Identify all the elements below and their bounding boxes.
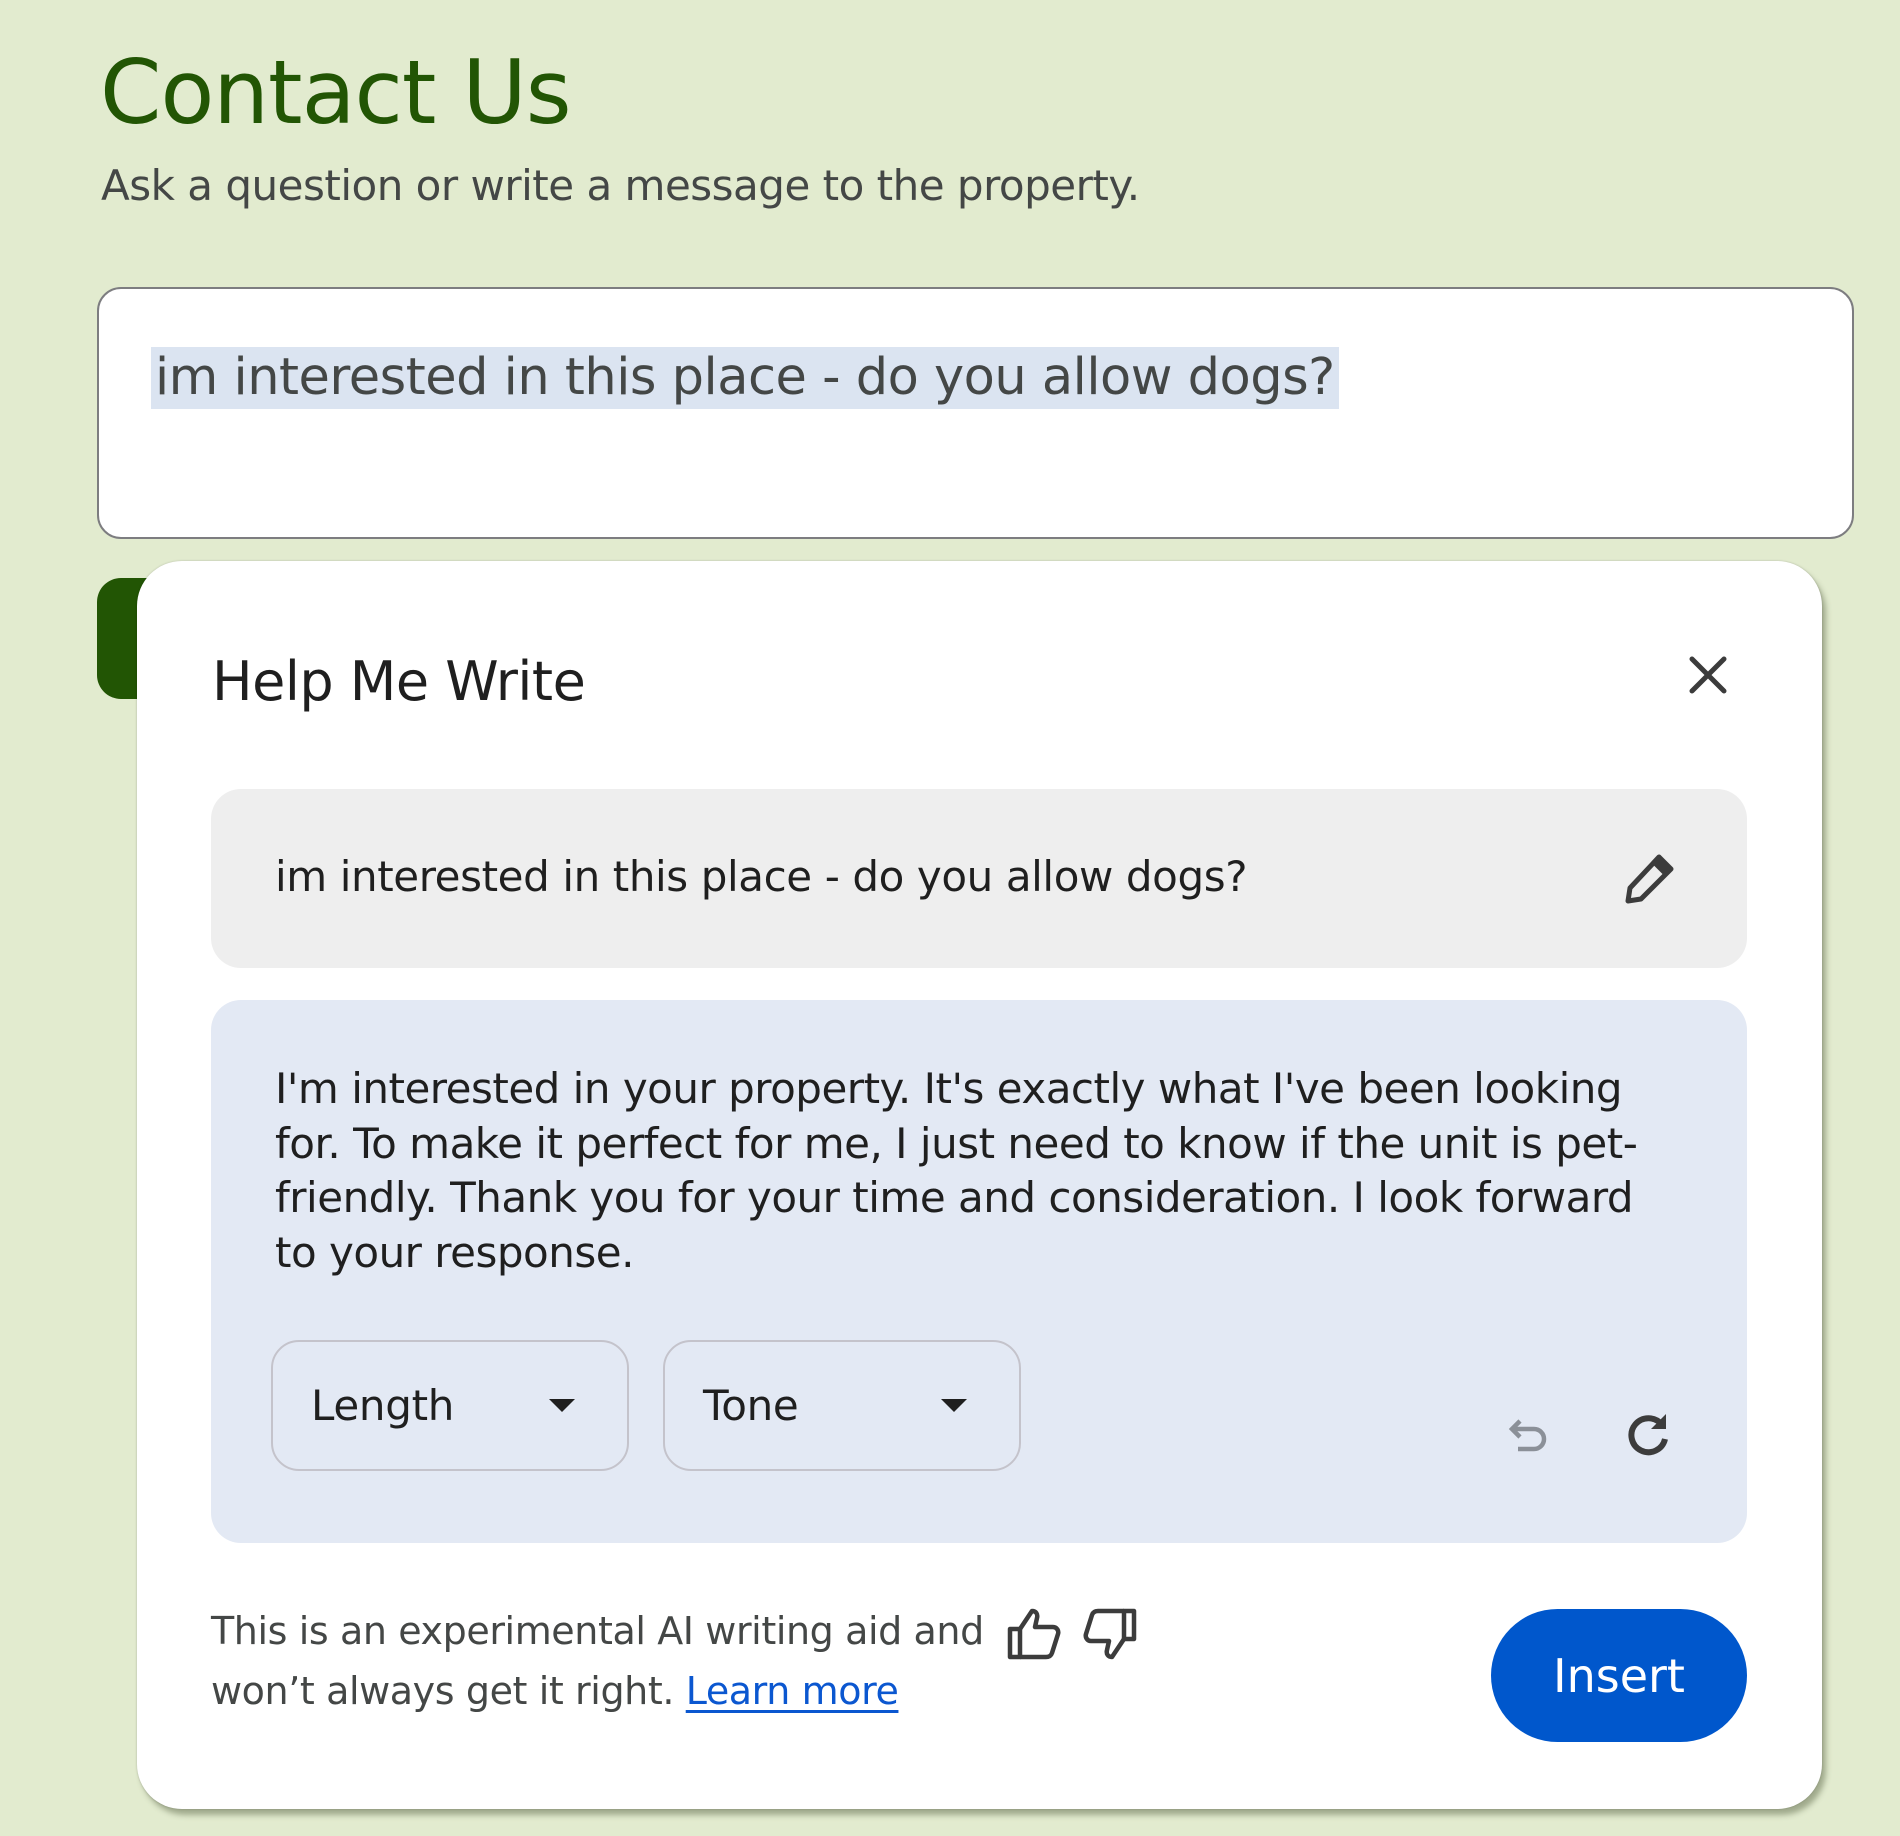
learn-more-link[interactable]: Learn more: [686, 1669, 899, 1713]
tone-dropdown[interactable]: Tone: [663, 1340, 1021, 1471]
close-icon: [1689, 656, 1727, 694]
page-subtitle: Ask a question or write a message to the…: [101, 161, 1140, 210]
help-me-write-dialog: Help Me Write im interested in this plac…: [137, 561, 1822, 1809]
disclaimer: This is an experimental AI writing aid a…: [211, 1601, 1031, 1721]
dialog-title: Help Me Write: [212, 650, 586, 713]
insert-button[interactable]: Insert: [1491, 1609, 1747, 1742]
thumbs-down-icon: [1083, 1608, 1137, 1660]
regenerate-button[interactable]: [1616, 1403, 1680, 1467]
pencil-icon: [1625, 854, 1674, 904]
thumbs-up-button[interactable]: [1001, 1601, 1067, 1667]
thumbs-down-button[interactable]: [1077, 1601, 1143, 1667]
message-textarea[interactable]: im interested in this place - do you all…: [97, 287, 1854, 539]
length-dropdown[interactable]: Length: [271, 1340, 629, 1471]
page-title: Contact Us: [100, 41, 572, 144]
chevron-down-icon: [549, 1399, 575, 1412]
length-label: Length: [311, 1381, 455, 1430]
suggestion-text: I'm interested in your property. It's ex…: [275, 1064, 1638, 1277]
prompt-box: im interested in this place - do you all…: [211, 789, 1747, 968]
message-text-selected: im interested in this place - do you all…: [151, 347, 1339, 409]
undo-icon: [1508, 1419, 1547, 1452]
tone-label: Tone: [703, 1381, 799, 1430]
thumbs-up-icon: [1007, 1608, 1061, 1660]
undo-button[interactable]: [1496, 1405, 1560, 1469]
edit-prompt-button[interactable]: [1615, 845, 1683, 913]
chevron-down-icon: [941, 1399, 967, 1412]
suggestion-box: I'm interested in your property. It's ex…: [211, 1000, 1747, 1543]
close-button[interactable]: [1678, 645, 1738, 705]
refresh-icon: [1628, 1414, 1668, 1456]
prompt-text: im interested in this place - do you all…: [275, 852, 1248, 901]
